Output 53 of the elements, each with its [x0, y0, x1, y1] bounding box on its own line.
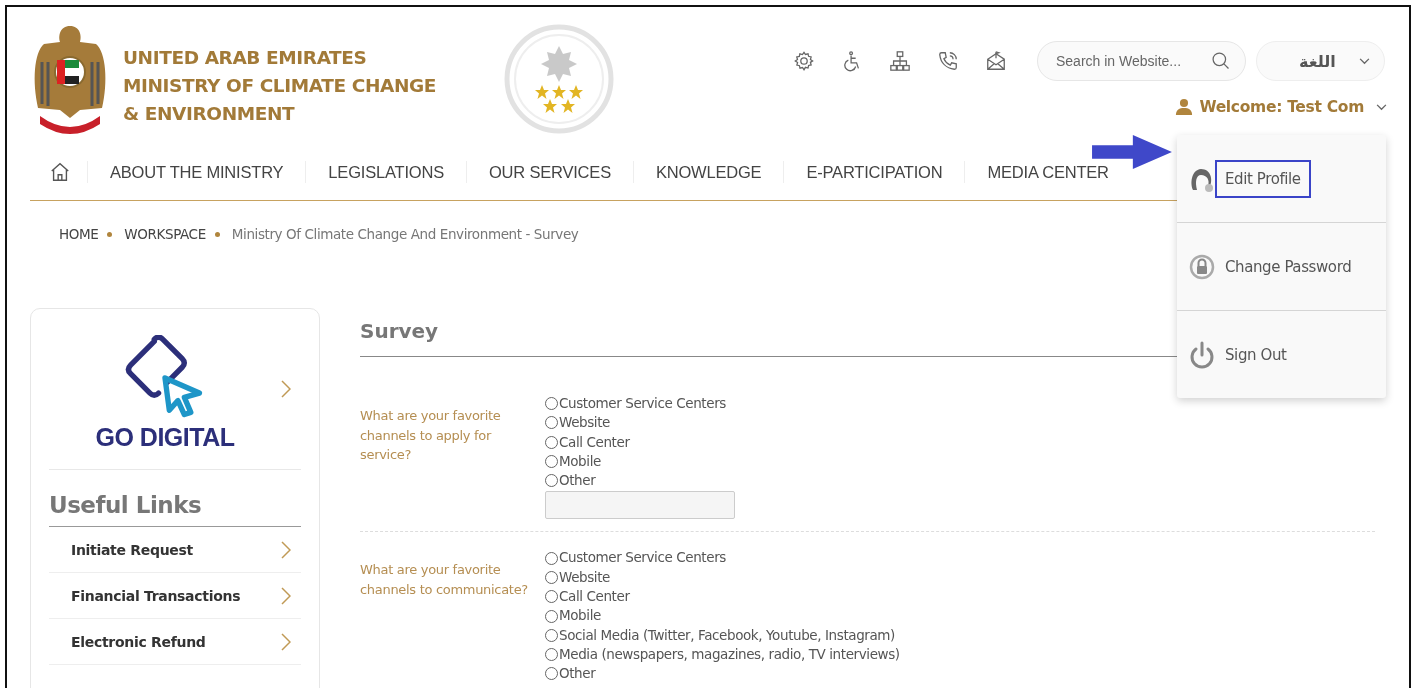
- nav-link[interactable]: E-PARTICIPATION: [783, 161, 965, 183]
- user-menu-toggle[interactable]: Welcome: Test Com: [1175, 98, 1387, 116]
- home-icon[interactable]: [49, 161, 71, 183]
- sidebar-link[interactable]: Initiate Request: [49, 527, 301, 573]
- language-select[interactable]: اللغة: [1256, 41, 1385, 81]
- breadcrumb-link[interactable]: Ministry Of Climate Change And Environment - Survey: [231, 226, 579, 242]
- chevron-right-icon[interactable]: [281, 632, 291, 651]
- radio-option[interactable]: Mobile: [545, 606, 900, 626]
- radio-option[interactable]: Website: [545, 413, 735, 433]
- radio-option[interactable]: Other: [545, 664, 900, 684]
- other-input-field[interactable]: [545, 491, 735, 520]
- menu-link[interactable]: Edit Profile: [1215, 159, 1311, 198]
- sidebar-link[interactable]: Electronic Refund: [49, 619, 301, 665]
- breadcrumb-link[interactable]: WORKSPACE: [124, 226, 206, 242]
- mail-icon[interactable]: [985, 50, 1007, 72]
- search-input[interactable]: Search in Website...: [1054, 52, 1211, 70]
- radio-option[interactable]: Social Media (Twitter, Facebook, Youtube, Instagram): [545, 625, 900, 645]
- phone-icon[interactable]: [937, 50, 959, 72]
- radio-option[interactable]: Website: [545, 567, 900, 588]
- user-icon[interactable]: [1175, 98, 1194, 116]
- chevron-down-icon[interactable]: [1376, 103, 1387, 111]
- breadcrumb-separator: [107, 231, 113, 237]
- chevron-right-icon[interactable]: [281, 586, 291, 605]
- radio-option[interactable]: Call Center: [545, 587, 900, 607]
- ministry-name: MINISTRY OF CLIMATE CHANGE: [123, 74, 436, 98]
- settings-icon[interactable]: [793, 50, 815, 72]
- nav-link[interactable]: OUR SERVICES: [465, 161, 633, 183]
- radio-option[interactable]: Customer Service Centers: [545, 548, 900, 568]
- breadcrumb-separator: [214, 231, 220, 237]
- nav-link[interactable]: ABOUT THE MINISTRY: [87, 161, 306, 183]
- radio-option[interactable]: Call Center: [545, 432, 735, 452]
- ministry-name: UNITED ARAB EMIRATES: [123, 46, 368, 70]
- sidebar-heading: Useful Links: [49, 470, 301, 527]
- sitemap-icon[interactable]: [889, 50, 911, 72]
- ministry-name: & ENVIRONMENT: [123, 102, 296, 126]
- banner-title: GO DIGITAL: [95, 422, 235, 452]
- menu-link[interactable]: Change Password: [1215, 247, 1362, 286]
- question-label: What are your favorite channels to communicate?: [360, 561, 529, 599]
- radio-option[interactable]: Mobile: [545, 451, 735, 472]
- search-field[interactable]: Search in Website...: [1037, 41, 1246, 81]
- sidebar-link[interactable]: Financial Transactions: [49, 573, 301, 619]
- nav-link[interactable]: LEGISLATIONS: [305, 161, 466, 183]
- nav-link[interactable]: KNOWLEDGE: [632, 161, 784, 183]
- question-label: What are your favorite channels to apply for service?: [360, 407, 502, 464]
- radio-option[interactable]: Other: [545, 471, 735, 491]
- chevron-right-icon[interactable]: [281, 540, 291, 559]
- nav-link[interactable]: MEDIA CENTER: [964, 161, 1131, 183]
- radio-option[interactable]: Media (newspapers, magazines, radio, TV interviews): [545, 644, 900, 665]
- search-icon[interactable]: [1211, 51, 1231, 71]
- radio-option[interactable]: Customer Service Centers: [545, 394, 735, 414]
- breadcrumb-link[interactable]: HOME: [59, 226, 99, 242]
- chevron-right-icon[interactable]: [281, 380, 291, 398]
- chevron-down-icon[interactable]: [1359, 57, 1370, 65]
